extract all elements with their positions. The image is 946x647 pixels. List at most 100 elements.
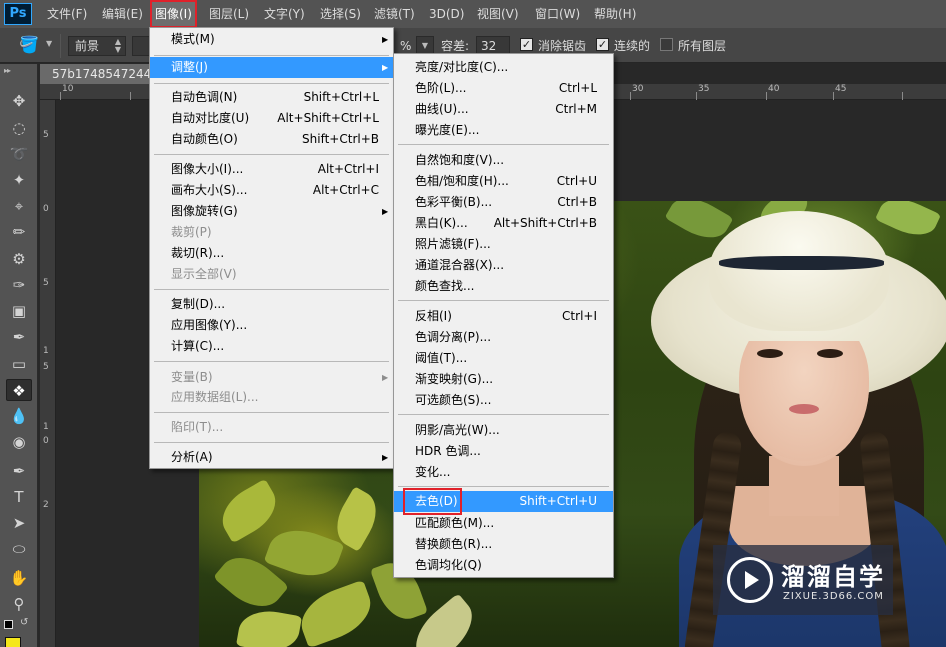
menu-3d[interactable]: 3D(D) bbox=[429, 0, 464, 28]
menu-item-label: 亮度/对比度(C)... bbox=[415, 60, 509, 74]
menu-filter[interactable]: 滤镜(T) bbox=[374, 0, 415, 28]
menu-view[interactable]: 视图(V) bbox=[477, 0, 519, 28]
blur-tool-icon[interactable]: 💧 bbox=[6, 405, 32, 427]
separator bbox=[398, 300, 609, 301]
shape-tool-icon[interactable]: ⬭ bbox=[6, 538, 32, 560]
hat-band-shape bbox=[719, 256, 884, 270]
menu-item-hdr-toning[interactable]: HDR 色调... bbox=[394, 441, 613, 462]
default-colors-icon[interactable] bbox=[4, 620, 13, 629]
document-tab[interactable]: 57b1748547244.j bbox=[40, 64, 152, 84]
ruler-label: 45 bbox=[835, 84, 847, 94]
paint-bucket-tool-icon[interactable]: ❖ bbox=[6, 379, 32, 401]
menu-item-threshold[interactable]: 阈值(T)... bbox=[394, 348, 613, 369]
menu-window[interactable]: 窗口(W) bbox=[535, 0, 580, 28]
menu-item-adjustments[interactable]: 调整(J) ▶ bbox=[150, 57, 393, 78]
menu-item-variations[interactable]: 变化... bbox=[394, 462, 613, 483]
dodge-tool-icon[interactable]: ◉ bbox=[6, 431, 32, 453]
marquee-tool-icon[interactable]: ◌ bbox=[6, 117, 32, 139]
separator bbox=[154, 361, 389, 362]
menu-item-label: 色相/饱和度(H)... bbox=[415, 174, 509, 188]
menu-item-color-lookup[interactable]: 颜色查找... bbox=[394, 276, 613, 297]
healing-brush-icon[interactable]: ⚙ bbox=[6, 248, 32, 270]
menu-item-canvas-size[interactable]: 画布大小(S)... Alt+Ctrl+C bbox=[150, 180, 393, 201]
menu-item-label: 黑白(K)... bbox=[415, 216, 468, 230]
menu-item-trap: 陷印(T)... bbox=[150, 417, 393, 438]
move-tool-icon[interactable]: ✥ bbox=[6, 90, 32, 112]
menu-select[interactable]: 选择(S) bbox=[320, 0, 361, 28]
menu-item-gradient-map[interactable]: 渐变映射(G)... bbox=[394, 369, 613, 390]
menu-item-shadows-highlights[interactable]: 阴影/高光(W)... bbox=[394, 420, 613, 441]
menu-item-replace-color[interactable]: 替换颜色(R)... bbox=[394, 534, 613, 555]
menu-item-auto-contrast[interactable]: 自动对比度(U) Alt+Shift+Ctrl+L bbox=[150, 108, 393, 129]
menu-item-auto-color[interactable]: 自动颜色(O) Shift+Ctrl+B bbox=[150, 129, 393, 150]
path-selection-icon[interactable]: ➤ bbox=[6, 512, 32, 534]
type-tool-icon[interactable]: T bbox=[6, 486, 32, 508]
menu-item-label: 自然饱和度(V)... bbox=[415, 153, 505, 167]
all-layers-checkbox[interactable] bbox=[660, 38, 673, 51]
eraser-tool-icon[interactable]: ▭ bbox=[6, 353, 32, 375]
paint-bucket-icon[interactable]: 🪣 bbox=[18, 34, 40, 56]
menu-item-label: 模式(M) bbox=[171, 32, 215, 46]
eyedropper-icon[interactable]: ✏ bbox=[6, 221, 32, 243]
menu-item-trim[interactable]: 裁切(R)... bbox=[150, 243, 393, 264]
ruler-label: 0 bbox=[43, 436, 49, 446]
history-brush-icon[interactable]: ✒ bbox=[6, 326, 32, 348]
hand-tool-icon[interactable]: ✋ bbox=[6, 567, 32, 589]
menu-item-label: 陷印(T)... bbox=[171, 420, 224, 434]
menu-item-duplicate[interactable]: 复制(D)... bbox=[150, 294, 393, 315]
crop-tool-icon[interactable]: ⌖ bbox=[6, 195, 32, 217]
menu-item-invert[interactable]: 反相(I) Ctrl+I bbox=[394, 306, 613, 327]
tools-panel: ▸▸ ✥ ◌ ➰ ✦ ⌖ ✏ ⚙ ✑ ▣ ✒ ▭ ❖ 💧 ◉ ✒ T ➤ ⬭ ✋… bbox=[0, 64, 38, 647]
menu-item-channel-mixer[interactable]: 通道混合器(X)... bbox=[394, 255, 613, 276]
menu-item-calculations[interactable]: 计算(C)... bbox=[150, 336, 393, 357]
zoom-tool-icon[interactable]: ⚲ bbox=[6, 593, 32, 615]
menu-help[interactable]: 帮助(H) bbox=[594, 0, 636, 28]
menu-item-black-white[interactable]: 黑白(K)... Alt+Shift+Ctrl+B bbox=[394, 213, 613, 234]
swap-colors-icon[interactable]: ↺ bbox=[20, 617, 28, 628]
shortcut-label: Alt+Ctrl+C bbox=[312, 183, 379, 197]
menubar: Ps 文件(F) 编辑(E) 图像(I) 图层(L) 文字(Y) 选择(S) 滤… bbox=[0, 0, 946, 28]
menu-item-vibrance[interactable]: 自然饱和度(V)... bbox=[394, 150, 613, 171]
menu-item-photo-filter[interactable]: 照片滤镜(F)... bbox=[394, 234, 613, 255]
menu-item-label: HDR 色调... bbox=[415, 444, 481, 458]
menu-item-color-balance[interactable]: 色彩平衡(B)... Ctrl+B bbox=[394, 192, 613, 213]
leaf-shape bbox=[213, 478, 285, 544]
menu-item-label: 变化... bbox=[415, 465, 451, 479]
menu-item-image-size[interactable]: 图像大小(I)... Alt+Ctrl+I bbox=[150, 159, 393, 180]
menu-item-posterize[interactable]: 色调分离(P)... bbox=[394, 327, 613, 348]
leaf-shape bbox=[293, 579, 379, 647]
menu-item-curves[interactable]: 曲线(U)... Ctrl+M bbox=[394, 99, 613, 120]
menu-item-brightness-contrast[interactable]: 亮度/对比度(C)... bbox=[394, 57, 613, 78]
menu-item-levels[interactable]: 色阶(L)... Ctrl+L bbox=[394, 78, 613, 99]
magic-wand-icon[interactable]: ✦ bbox=[6, 169, 32, 191]
menu-item-match-color[interactable]: 匹配颜色(M)... bbox=[394, 513, 613, 534]
menu-item-mode[interactable]: 模式(M) ▶ bbox=[150, 29, 393, 50]
contiguous-checkbox[interactable]: ✓ bbox=[596, 38, 609, 51]
menu-item-label: 曲线(U)... bbox=[415, 102, 469, 116]
menu-file[interactable]: 文件(F) bbox=[47, 0, 87, 28]
tool-preset-dropdown-icon[interactable]: ▼ bbox=[46, 39, 52, 48]
clone-stamp-icon[interactable]: ▣ bbox=[6, 300, 32, 322]
menu-layer[interactable]: 图层(L) bbox=[209, 0, 249, 28]
menu-item-image-rotation[interactable]: 图像旋转(G) ▶ bbox=[150, 201, 393, 222]
menu-edit[interactable]: 编辑(E) bbox=[102, 0, 143, 28]
menu-image[interactable]: 图像(I) bbox=[150, 0, 197, 28]
menu-item-label: 调整(J) bbox=[171, 60, 208, 74]
lasso-tool-icon[interactable]: ➰ bbox=[6, 143, 32, 165]
menu-type[interactable]: 文字(Y) bbox=[264, 0, 305, 28]
ruler-label: 10 bbox=[62, 84, 74, 94]
collapse-icon[interactable]: ▸▸ bbox=[4, 66, 11, 75]
menu-item-hue-saturation[interactable]: 色相/饱和度(H)... Ctrl+U bbox=[394, 171, 613, 192]
menu-item-selective-color[interactable]: 可选颜色(S)... bbox=[394, 390, 613, 411]
menu-item-label: 画布大小(S)... bbox=[171, 183, 248, 197]
menu-item-equalize[interactable]: 色调均化(Q) bbox=[394, 555, 613, 576]
menu-item-apply-image[interactable]: 应用图像(Y)... bbox=[150, 315, 393, 336]
fill-source-select[interactable]: 前景 ▲ ▼ bbox=[68, 36, 126, 56]
pen-tool-icon[interactable]: ✒ bbox=[6, 460, 32, 482]
menu-item-auto-tone[interactable]: 自动色调(N) Shift+Ctrl+L bbox=[150, 87, 393, 108]
menu-item-exposure[interactable]: 曝光度(E)... bbox=[394, 120, 613, 141]
antialias-checkbox[interactable]: ✓ bbox=[520, 38, 533, 51]
menu-item-analysis[interactable]: 分析(A) ▶ bbox=[150, 447, 393, 468]
brush-tool-icon[interactable]: ✑ bbox=[6, 274, 32, 296]
foreground-color-swatch[interactable] bbox=[5, 637, 21, 647]
